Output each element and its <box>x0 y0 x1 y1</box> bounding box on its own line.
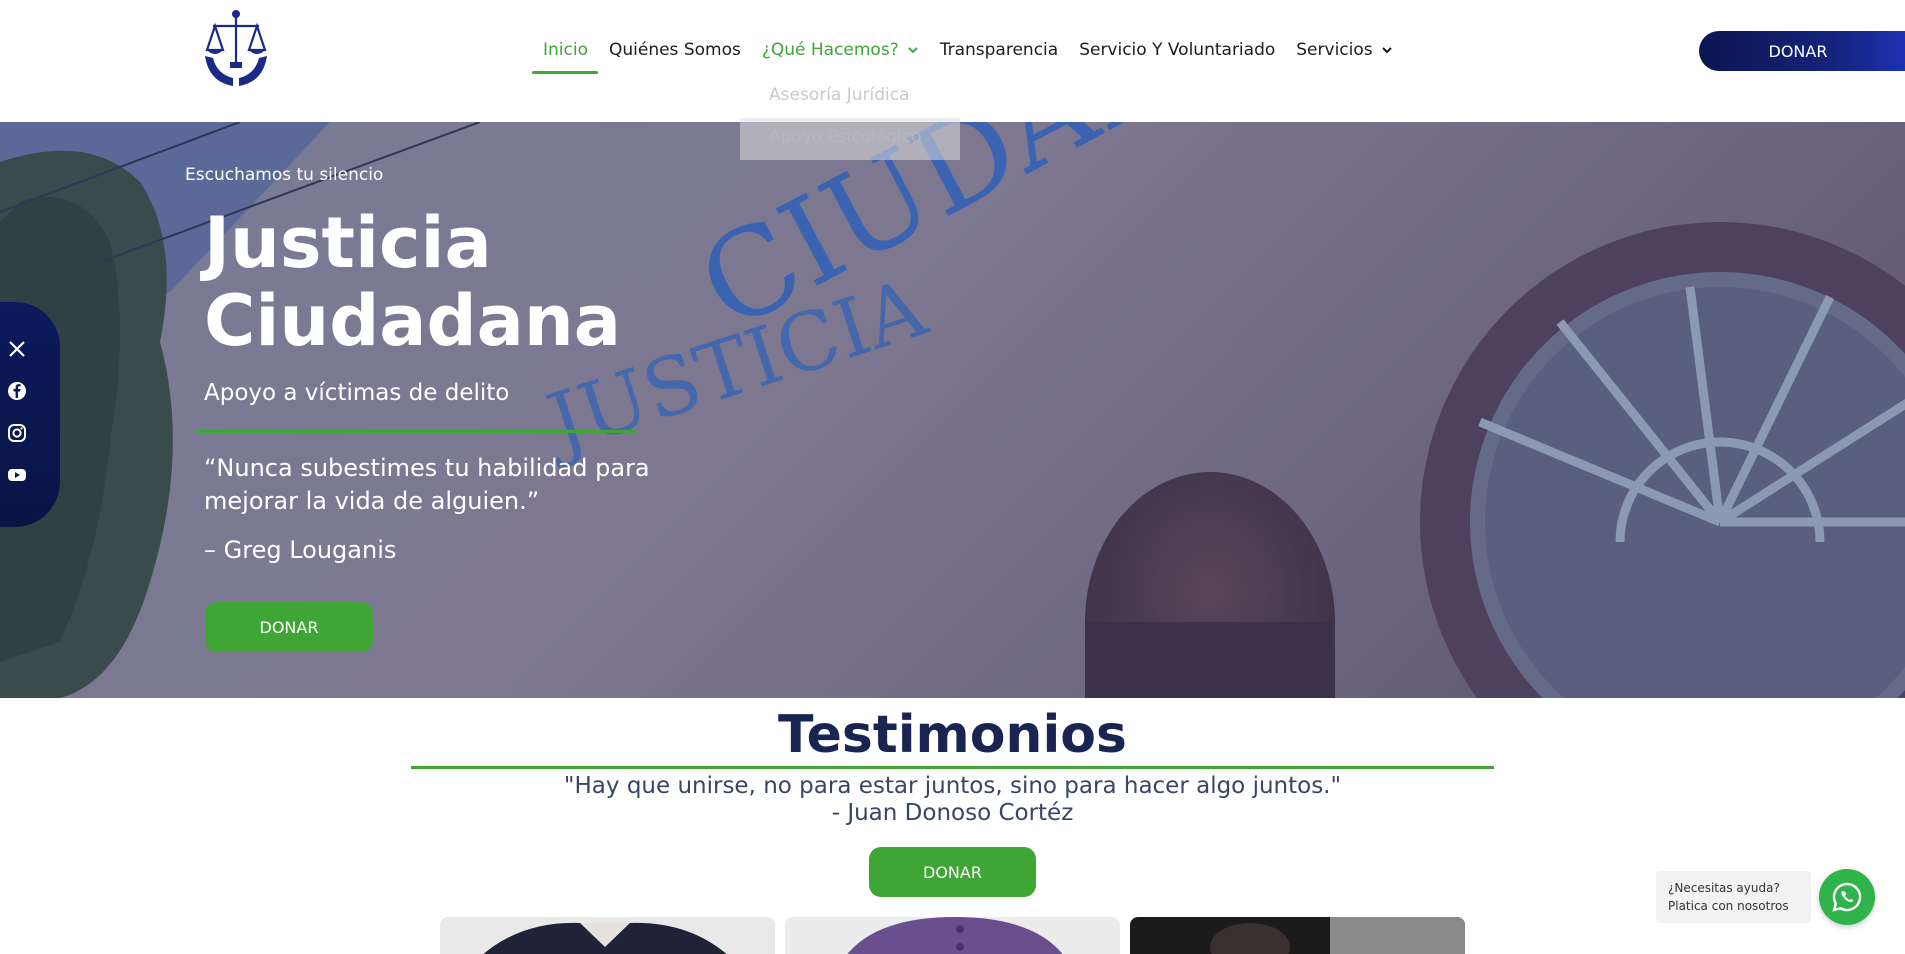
chevron-down-icon <box>1381 47 1392 54</box>
nav-servicio-voluntariado[interactable]: Servicio Y Voluntariado <box>1068 30 1285 74</box>
x-icon[interactable] <box>6 338 28 360</box>
testimonios-donate-button[interactable]: DONAR <box>869 847 1036 897</box>
chevron-down-icon <box>908 47 918 54</box>
main-nav: Inicio Quiénes Somos ¿Qué Hacemos? Trans… <box>532 30 1403 74</box>
testimonial-photo <box>1130 917 1465 954</box>
whatsapp-help-bubble[interactable]: ¿Necesitas ayuda? Platica con nosotros <box>1656 871 1811 923</box>
instagram-icon[interactable] <box>6 422 28 444</box>
facebook-icon[interactable] <box>6 380 28 402</box>
hero-subtitle: Apoyo a víctimas de delito <box>204 380 510 406</box>
nav-que-hacemos[interactable]: ¿Qué Hacemos? <box>751 30 929 74</box>
header-donate-button[interactable]: DONAR <box>1699 31 1905 71</box>
testimonial-card[interactable] <box>440 917 775 954</box>
hero-section: CIUDADA JUSTICIA Escuchamos tu silencio … <box>0 122 1905 698</box>
testimonios-quote-author: - Juan Donoso Cortéz <box>831 800 1074 826</box>
hero-divider <box>195 430 635 433</box>
nav-label: Quiénes Somos <box>608 40 741 60</box>
hero-title: Justicia Ciudadana <box>204 204 704 360</box>
hero-title-line: Justicia <box>204 202 492 284</box>
social-sidebar <box>0 302 60 527</box>
dropdown-item-apoyo[interactable]: Apoyo Psicológico <box>740 118 960 160</box>
hero-quote-author: – Greg Louganis <box>204 536 397 564</box>
nav-quienes-somos[interactable]: Quiénes Somos <box>598 30 751 74</box>
testimonial-photo <box>440 917 775 954</box>
youtube-icon[interactable] <box>6 464 28 486</box>
whatsapp-help-line: Platica con nosotros <box>1668 899 1789 913</box>
whatsapp-button[interactable] <box>1819 869 1875 925</box>
hero-title-line: Ciudadana <box>204 280 621 362</box>
hero-quote: “Nunca subestimes tu habilidad para mejo… <box>204 454 650 515</box>
testimonios-title: Testimonios <box>778 705 1127 765</box>
nav-label: Servicios <box>1296 40 1373 60</box>
dropdown-item-asesoria[interactable]: Asesoría Jurídica <box>740 76 960 118</box>
logo-icon[interactable] <box>203 8 269 90</box>
hero-donate-button[interactable]: DONAR <box>205 602 373 652</box>
nav-label: Transparencia <box>939 40 1059 60</box>
hero-kicker: Escuchamos tu silencio <box>185 165 384 185</box>
testimonial-photo <box>785 917 1120 954</box>
nav-label: Servicio Y Voluntariado <box>1079 40 1276 60</box>
testimonial-card[interactable] <box>785 917 1120 954</box>
testimonial-card[interactable] <box>1130 917 1465 954</box>
testimonios-divider <box>411 766 1494 769</box>
nav-inicio[interactable]: Inicio <box>532 30 598 74</box>
nav-label: ¿Qué Hacemos? <box>761 40 899 60</box>
whatsapp-icon <box>1832 882 1862 912</box>
whatsapp-help-line: ¿Necesitas ayuda? <box>1668 881 1780 895</box>
que-hacemos-dropdown: Asesoría Jurídica Apoyo Psicológico <box>740 76 960 160</box>
testimonios-quote: "Hay que unirse, no para estar juntos, s… <box>0 773 1905 827</box>
testimonios-quote-text: "Hay que unirse, no para estar juntos, s… <box>563 773 1342 799</box>
nav-transparencia[interactable]: Transparencia <box>929 30 1068 74</box>
nav-servicios[interactable]: Servicios <box>1285 30 1402 74</box>
nav-label: Inicio <box>543 40 588 60</box>
